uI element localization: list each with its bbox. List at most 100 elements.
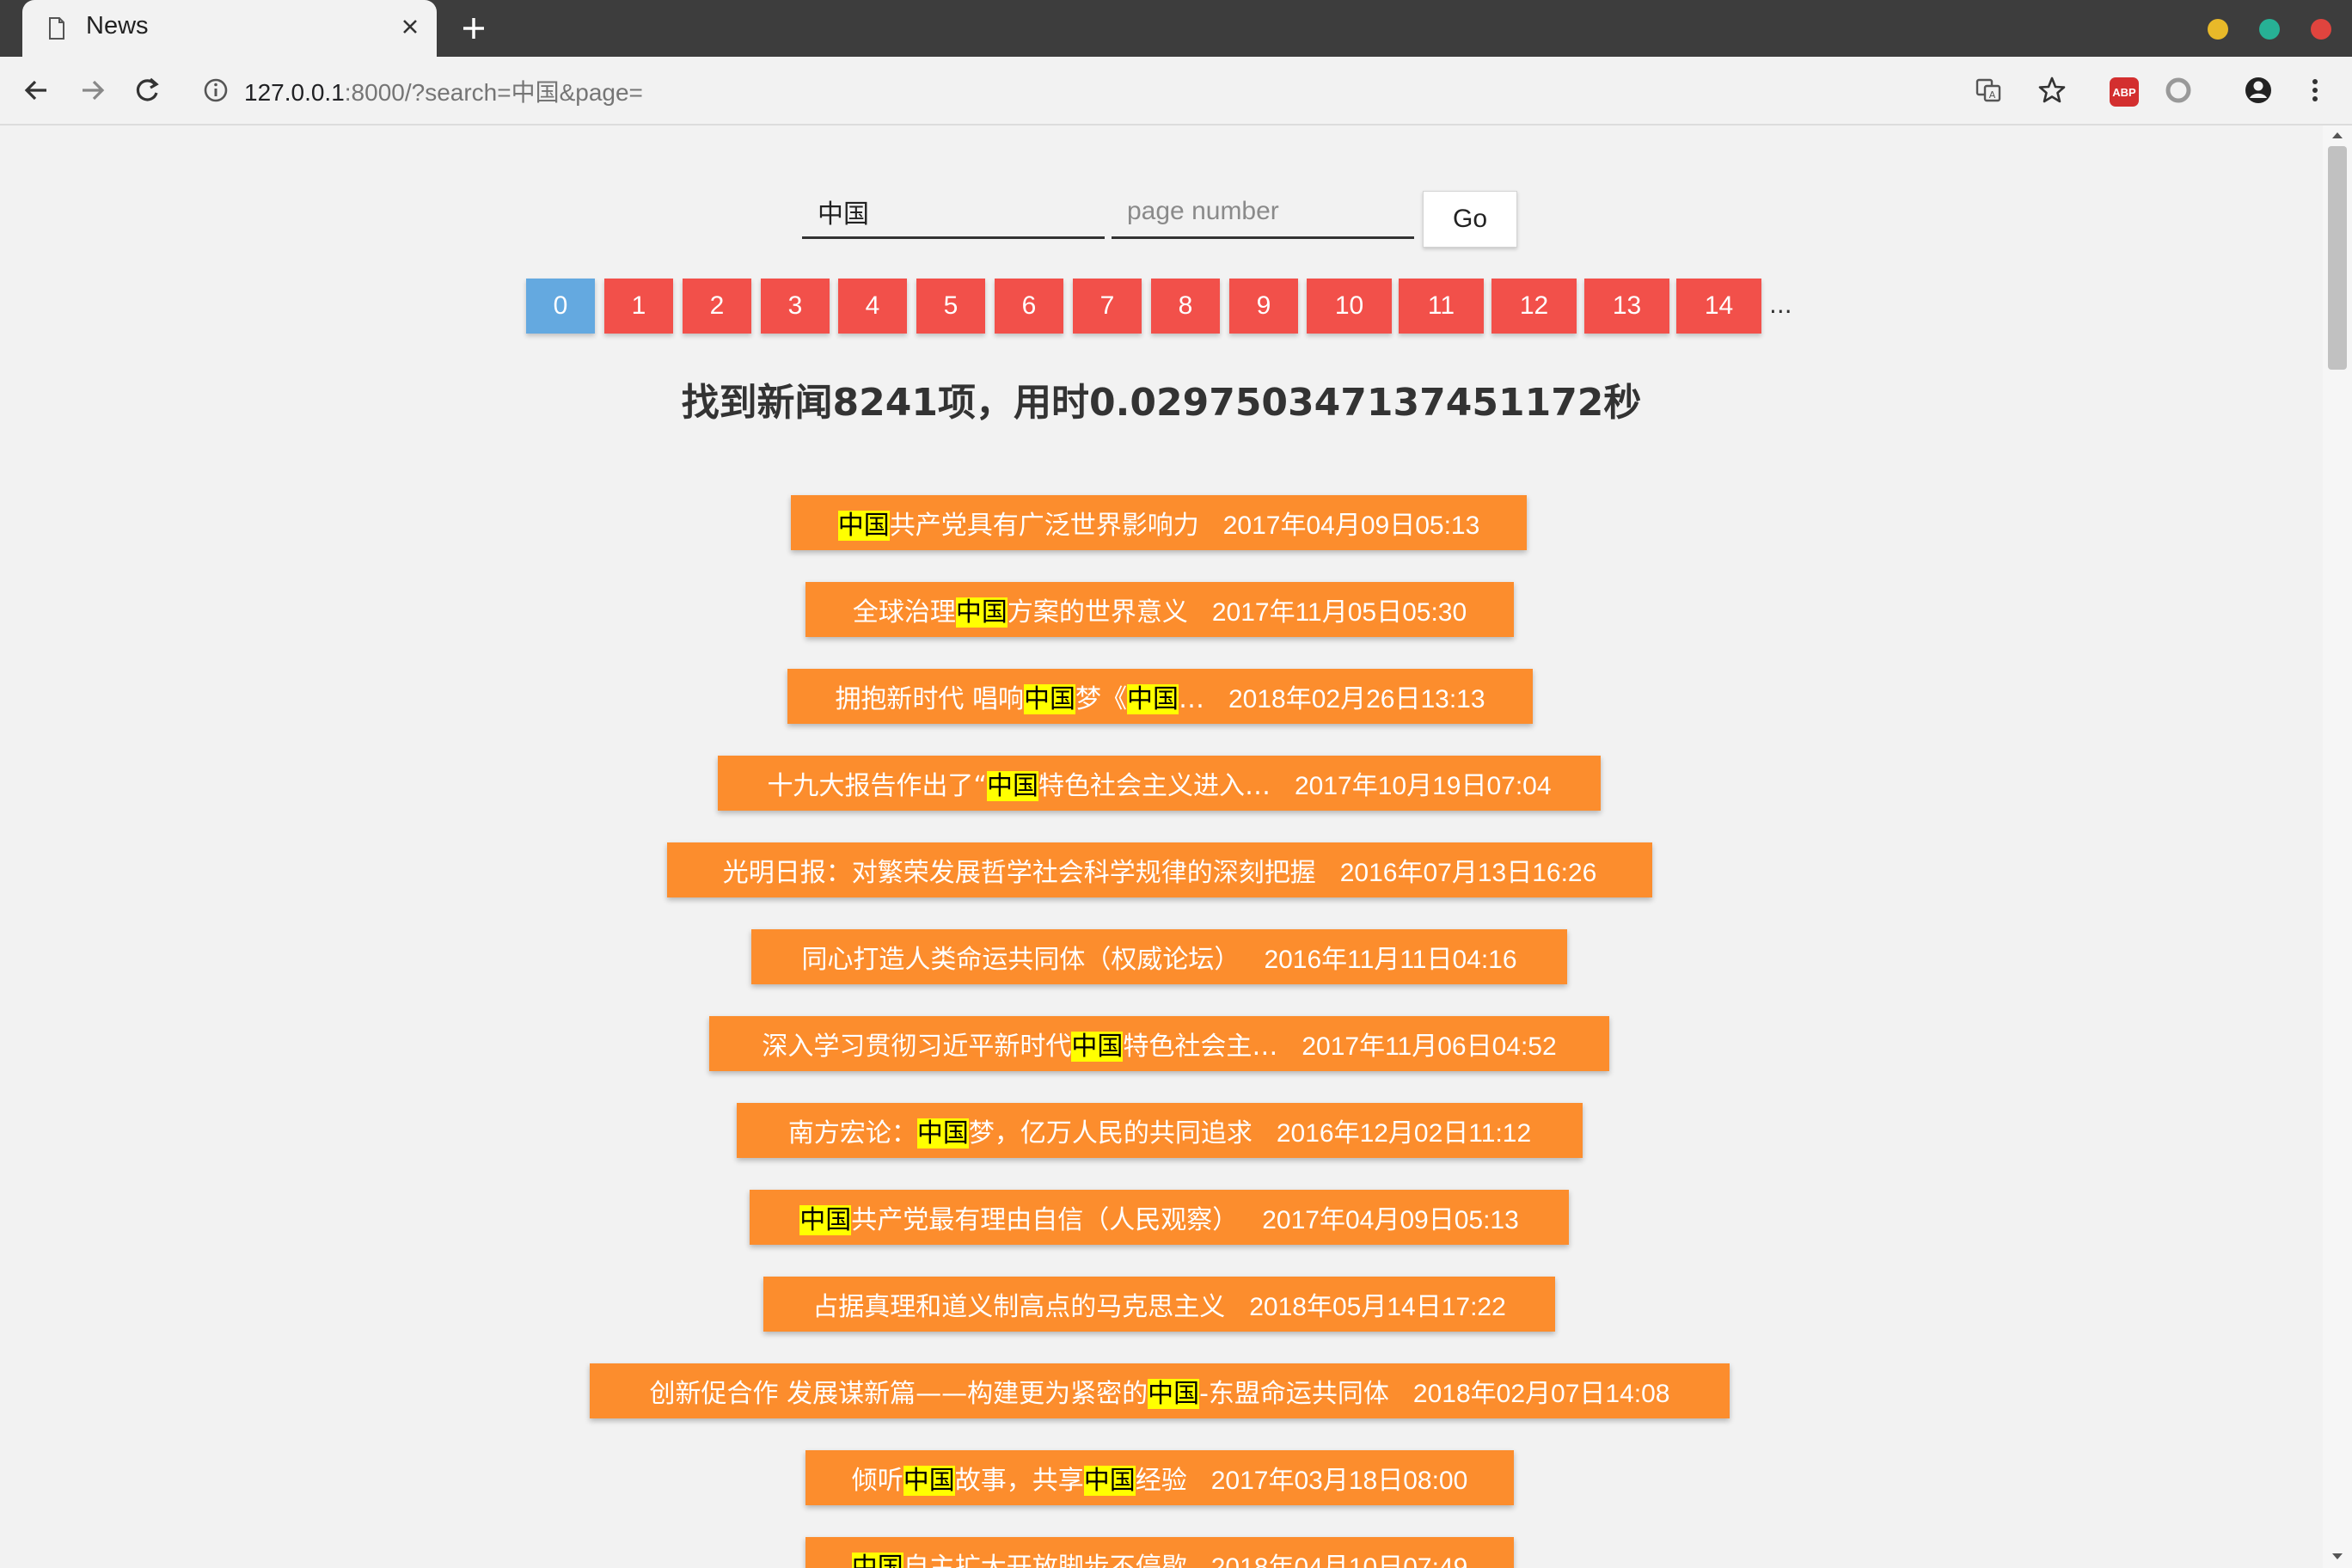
svg-text:A: A xyxy=(1989,89,1996,101)
result-title: 十九大报告作出了“中国特色社会主义进入… xyxy=(767,771,1271,801)
address-bar[interactable]: 127.0.0.1:8000/?search=中国&page= xyxy=(244,74,643,108)
page-button-12[interactable]: 12 xyxy=(1491,279,1577,334)
highlight-term: 中国 xyxy=(851,1553,903,1568)
result-date: 2017年03月18日08:00 xyxy=(1210,1467,1468,1495)
page-number-placeholder: page number xyxy=(1127,196,1279,225)
result-date: 2017年11月05日05:30 xyxy=(1211,598,1467,627)
page-button-2[interactable]: 2 xyxy=(683,279,751,334)
result-title: 中国共产党最有理由自信（人民观察） xyxy=(799,1205,1239,1235)
page-button-1[interactable]: 1 xyxy=(604,279,673,334)
result-item[interactable]: 占据真理和道义制高点的马克思主义 2018年05月14日17:22 xyxy=(763,1277,1555,1332)
pagination-ellipsis: ... xyxy=(1769,291,1792,319)
new-tab-icon[interactable] xyxy=(459,14,488,43)
star-icon[interactable] xyxy=(2036,74,2068,107)
page-button-0[interactable]: 0 xyxy=(526,279,595,334)
result-title: 全球治理中国方案的世界意义 xyxy=(852,597,1188,628)
result-item[interactable]: 中国共产党最有理由自信（人民观察） 2017年04月09日05:13 xyxy=(750,1190,1569,1245)
page-button-3[interactable]: 3 xyxy=(761,279,830,334)
pagination: 0 1 2 3 4 5 6 7 8 9 10 11 12 13 14... xyxy=(0,279,2323,334)
highlight-term: 中国 xyxy=(1148,1379,1200,1409)
highlight-term: 中国 xyxy=(903,1466,955,1496)
page-button-9[interactable]: 9 xyxy=(1229,279,1298,334)
highlight-term: 中国 xyxy=(1071,1032,1124,1062)
page-button-11[interactable]: 11 xyxy=(1399,279,1484,334)
result-title: 中国自主扩大开放脚步不停歇 xyxy=(851,1546,1187,1568)
highlight-term: 中国 xyxy=(916,1118,969,1148)
menu-icon[interactable] xyxy=(2299,74,2331,107)
result-item[interactable]: 光明日报：对繁荣发展哲学社会科学规律的深刻把握 2016年07月13日16:26 xyxy=(667,842,1652,897)
page-button-8[interactable]: 8 xyxy=(1151,279,1220,334)
close-window-button[interactable] xyxy=(2311,19,2331,40)
maximize-button[interactable] xyxy=(2259,19,2280,40)
document-icon xyxy=(49,17,64,40)
extension-icon[interactable] xyxy=(2162,74,2195,107)
browser-toolbar: 127.0.0.1:8000/?search=中国&page= A xyxy=(0,57,2352,126)
page-button-4[interactable]: 4 xyxy=(838,279,907,334)
highlight-term: 中国 xyxy=(986,771,1038,801)
result-date: 2017年04月09日05:13 xyxy=(1262,1206,1519,1234)
page-button-13[interactable]: 13 xyxy=(1584,279,1669,334)
translate-icon[interactable]: A xyxy=(1972,74,2005,107)
result-title: 倾听中国故事，共享中国经验 xyxy=(851,1466,1187,1496)
result-date: 2016年12月02日11:12 xyxy=(1276,1119,1532,1148)
result-date: 2017年11月06日04:52 xyxy=(1302,1032,1557,1061)
page-button-5[interactable]: 5 xyxy=(916,279,985,334)
search-input-value: 中国 xyxy=(818,199,869,229)
result-summary: 找到新闻8241项，用时0.029750347137451172秒 xyxy=(681,381,1642,425)
result-item[interactable]: 中国共产党具有广泛世界影响力 2017年04月09日05:13 xyxy=(791,495,1527,550)
result-date: 2017年04月09日05:13 xyxy=(1222,511,1480,540)
result-title: 占据真理和道义制高点的马克思主义 xyxy=(812,1292,1226,1322)
result-title: 深入学习贯彻习近平新时代中国特色社会主… xyxy=(762,1032,1278,1062)
result-date: 2018年02月07日14:08 xyxy=(1412,1380,1670,1408)
url-path: :8000/?search=中国&page= xyxy=(344,79,643,106)
go-button[interactable]: Go xyxy=(1423,191,1517,248)
adblock-icon[interactable]: ABP xyxy=(2110,77,2139,107)
result-item[interactable]: 全球治理中国方案的世界意义 2017年11月05日05:30 xyxy=(805,582,1514,637)
result-title: 南方宏论：中国梦，亿万人民的共同追求 xyxy=(787,1118,1253,1148)
back-arrow-icon[interactable] xyxy=(21,74,53,107)
result-item[interactable]: 拥抱新时代 唱响中国梦《中国… 2018年02月26日13:13 xyxy=(787,669,1533,724)
result-date: 2018年05月14日17:22 xyxy=(1249,1293,1506,1321)
result-title: 光明日报：对繁荣发展哲学社会科学规律的深刻把握 xyxy=(722,858,1316,888)
account-icon[interactable] xyxy=(2242,74,2275,107)
page-button-7[interactable]: 7 xyxy=(1073,279,1142,334)
result-title: 创新促合作 发展谋新篇——构建更为紧密的中国-东盟命运共同体 xyxy=(649,1379,1389,1409)
result-item[interactable]: 同心打造人类命运共同体（权威论坛） 2016年11月11日04:16 xyxy=(751,929,1567,984)
page-button-14[interactable]: 14 xyxy=(1676,279,1761,334)
highlight-term: 中国 xyxy=(1023,684,1075,714)
close-icon[interactable] xyxy=(397,14,423,40)
forward-arrow-icon[interactable] xyxy=(76,74,108,107)
minimize-button[interactable] xyxy=(2208,19,2228,40)
highlight-term: 中国 xyxy=(955,597,1008,628)
info-icon[interactable] xyxy=(199,74,232,107)
page-button-6[interactable]: 6 xyxy=(995,279,1063,334)
scroll-thumb[interactable] xyxy=(2328,146,2347,370)
result-date: 2018年02月26日13:13 xyxy=(1228,685,1485,714)
highlight-term: 中国 xyxy=(1126,684,1179,714)
search-input[interactable]: 中国 xyxy=(802,186,1105,239)
highlight-term: 中国 xyxy=(1083,1466,1136,1496)
page-viewport: 中国 page number Go 0 1 2 3 4 5 6 7 8 9 10 11 12 13 14..… xyxy=(0,126,2323,1568)
result-date: 2016年11月11日04:16 xyxy=(1264,946,1517,974)
result-title: 中国共产党具有广泛世界影响力 xyxy=(837,511,1199,541)
url-host: 127.0.0.1 xyxy=(244,79,345,106)
scroll-down-arrow-icon[interactable] xyxy=(2331,1553,2343,1561)
tab-title: News xyxy=(86,12,149,40)
result-item[interactable]: 深入学习贯彻习近平新时代中国特色社会主… 2017年11月06日04:52 xyxy=(709,1016,1609,1071)
result-title: 同心打造人类命运共同体（权威论坛） xyxy=(801,945,1240,975)
scroll-up-arrow-icon[interactable] xyxy=(2331,131,2343,139)
result-item[interactable]: 倾听中国故事，共享中国经验 2017年03月18日08:00 xyxy=(805,1450,1514,1505)
result-item[interactable]: 中国自主扩大开放脚步不停歇 2018年04月10日07:49 xyxy=(805,1537,1514,1568)
result-date: 2016年07月13日16:26 xyxy=(1339,859,1597,887)
result-date: 2017年10月19日07:04 xyxy=(1294,772,1552,800)
browser-tab[interactable]: News xyxy=(22,0,437,57)
result-item[interactable]: 十九大报告作出了“中国特色社会主义进入… 2017年10月19日07:04 xyxy=(718,756,1601,811)
result-item[interactable]: 南方宏论：中国梦，亿万人民的共同追求 2016年12月02日11:12 xyxy=(737,1103,1583,1158)
highlight-term: 中国 xyxy=(799,1205,852,1235)
browser-tabstrip: News xyxy=(0,0,2352,57)
page-button-10[interactable]: 10 xyxy=(1307,279,1392,334)
result-date: 2018年04月10日07:49 xyxy=(1210,1553,1468,1568)
page-number-input[interactable]: page number xyxy=(1112,186,1414,239)
reload-icon[interactable] xyxy=(131,74,163,107)
result-item[interactable]: 创新促合作 发展谋新篇——构建更为紧密的中国-东盟命运共同体 2018年02月07… xyxy=(590,1363,1730,1418)
